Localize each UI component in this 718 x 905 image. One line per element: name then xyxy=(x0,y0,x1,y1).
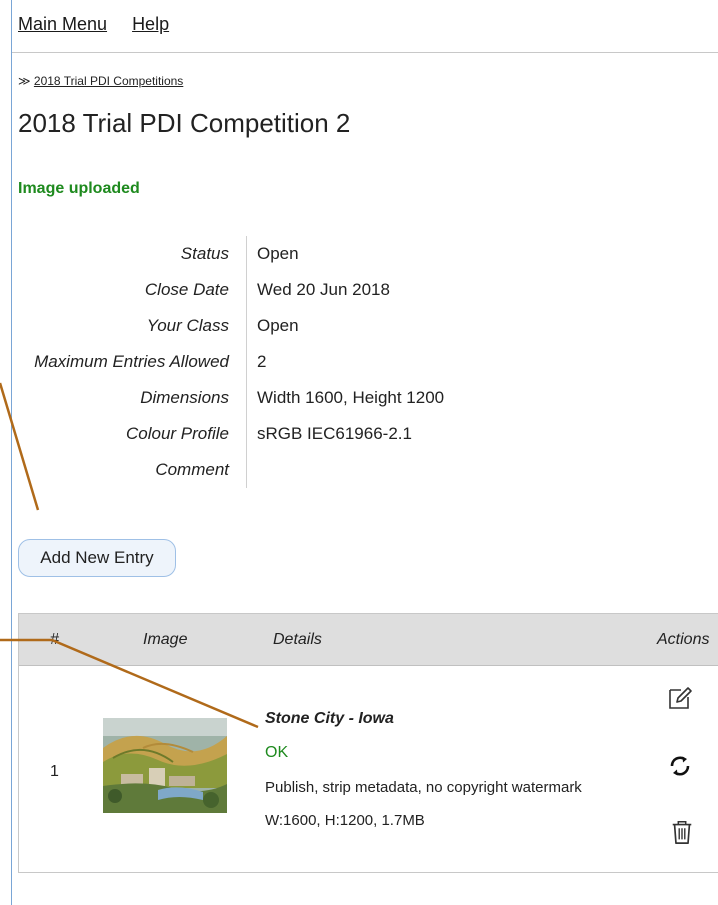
info-row-your-class: Your Class Open xyxy=(18,308,444,344)
info-label: Status xyxy=(18,236,247,272)
column-header-image: Image xyxy=(143,631,188,648)
entries-table-header: # Image Details Actions xyxy=(19,614,718,666)
refresh-icon[interactable] xyxy=(667,753,693,779)
entries-table: # Image Details Actions 1 Stone City - I… xyxy=(18,613,718,873)
info-value: sRGB IEC61966-2.1 xyxy=(257,424,412,443)
info-value: Wed 20 Jun 2018 xyxy=(257,280,390,299)
breadcrumb-competitions-link[interactable]: 2018 Trial PDI Competitions xyxy=(34,74,183,88)
add-new-entry-button[interactable]: Add New Entry xyxy=(18,539,176,577)
column-header-actions: Actions xyxy=(657,631,710,648)
info-value: Width 1600, Height 1200 xyxy=(257,388,445,407)
info-label: Dimensions xyxy=(18,380,247,416)
top-navigation: Main Menu Help xyxy=(18,14,189,35)
info-row-dimensions: Dimensions Width 1600, Height 1200 xyxy=(18,380,444,416)
info-value xyxy=(247,452,445,488)
entry-thumbnail-image[interactable] xyxy=(103,718,227,813)
info-row-close-date: Close Date Wed 20 Jun 2018 xyxy=(18,272,444,308)
info-label: Close Date xyxy=(18,272,247,308)
info-row-status: Status Open xyxy=(18,236,444,272)
column-header-number: # xyxy=(50,631,59,648)
info-row-colour-profile: Colour Profile sRGB IEC61966-2.1 xyxy=(18,416,444,452)
breadcrumb-chevron-icon: ≫ xyxy=(18,74,31,88)
info-value: Open xyxy=(257,244,299,263)
entry-options: Publish, strip metadata, no copyright wa… xyxy=(265,779,582,796)
info-label: Your Class xyxy=(18,308,247,344)
info-label: Colour Profile xyxy=(18,416,247,452)
column-header-details: Details xyxy=(273,631,322,648)
entry-number: 1 xyxy=(50,763,59,780)
trash-icon[interactable] xyxy=(669,819,695,845)
left-border-rule xyxy=(11,0,12,905)
entry-status: OK xyxy=(265,744,289,761)
info-value: Open xyxy=(257,316,299,335)
entry-size: W:1600, H:1200, 1.7MB xyxy=(265,812,425,829)
entry-title: Stone City - Iowa xyxy=(265,710,394,727)
info-label: Comment xyxy=(18,452,247,488)
info-label: Maximum Entries Allowed xyxy=(18,344,247,380)
nav-divider xyxy=(12,52,718,53)
info-value: 2 xyxy=(257,352,267,371)
main-menu-link[interactable]: Main Menu xyxy=(18,14,107,34)
info-row-comment: Comment xyxy=(18,452,444,488)
upload-success-message: Image uploaded xyxy=(18,180,140,197)
competition-info-table: Status Open Close Date Wed 20 Jun 2018 Y… xyxy=(18,236,444,488)
edit-icon[interactable] xyxy=(667,685,693,711)
info-row-max-entries: Maximum Entries Allowed 2 xyxy=(18,344,444,380)
breadcrumb: ≫ 2018 Trial PDI Competitions xyxy=(18,74,183,88)
page-title: 2018 Trial PDI Competition 2 xyxy=(18,108,351,138)
help-link[interactable]: Help xyxy=(132,14,169,34)
